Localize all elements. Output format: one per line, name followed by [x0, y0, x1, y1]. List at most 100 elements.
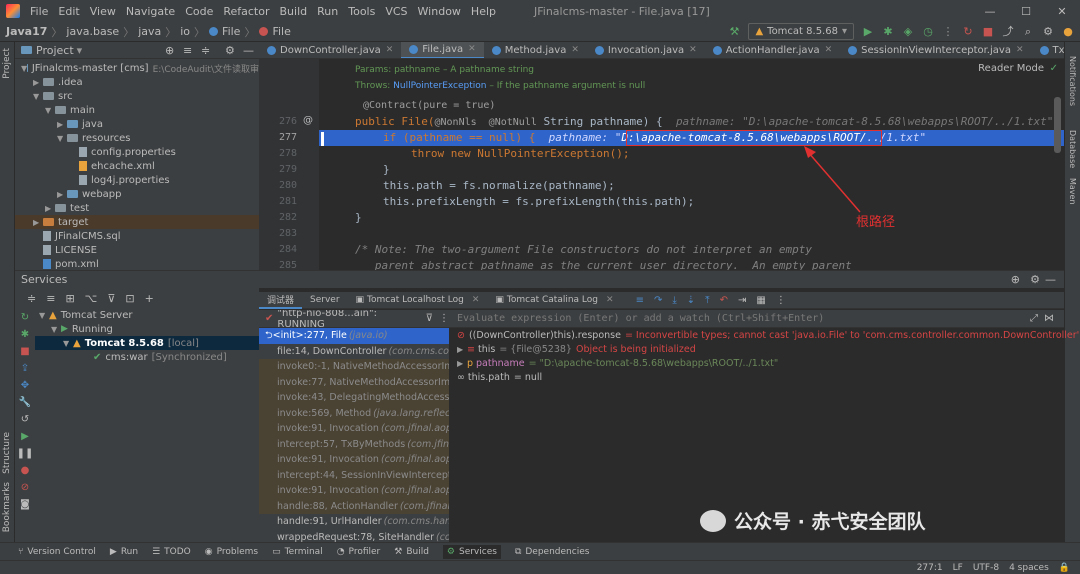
more-run-icon[interactable]: ⋮: [942, 25, 954, 38]
tool-profiler[interactable]: ◔ Profiler: [337, 547, 381, 557]
collapse-icon[interactable]: ≡: [183, 44, 192, 57]
close-window-icon[interactable]: ✕: [1044, 0, 1080, 22]
tab-txbymethods[interactable]: TxByMethods.java✕: [1032, 42, 1064, 58]
stack-frame[interactable]: wrappedRequest:78, SiteHandler(com.: [259, 530, 449, 542]
line-separator[interactable]: LF: [953, 563, 963, 573]
deploy-icon[interactable]: ⇪: [21, 363, 29, 374]
thread-selector[interactable]: ✔ "http-nio-808...ain": RUNNING ⊽ ⋮: [259, 310, 449, 330]
expand-all-icon[interactable]: ≑: [27, 292, 36, 305]
new-service-icon[interactable]: ⊡: [125, 292, 134, 305]
tool-build[interactable]: ⚒ Build: [394, 547, 429, 557]
tab-localhost-log[interactable]: ▣ Tomcat Localhost Log ✕: [348, 292, 488, 309]
evaluate-expression-input[interactable]: Evaluate expression (Enter) or add a wat…: [449, 310, 1064, 328]
tree-item[interactable]: ▶ test: [15, 201, 259, 215]
group-icon[interactable]: ⊞: [65, 292, 74, 305]
menu-help[interactable]: Help: [471, 5, 496, 18]
variable-row[interactable]: ▶ p pathname = "D:\apache-tomcat-8.5.68\we…: [449, 356, 1064, 370]
menu-code[interactable]: Code: [185, 5, 213, 18]
coverage-icon[interactable]: ◈: [902, 25, 914, 38]
tree-item[interactable]: ▶ java: [15, 117, 259, 131]
stop-server-icon[interactable]: ■: [20, 346, 29, 357]
breadcrumb-class[interactable]: File: [222, 25, 240, 38]
stack-frame[interactable]: invoke:91, Invocation (com.jfinal.aop): [259, 452, 449, 468]
tree-item[interactable]: ▼ JFinalcms-master [cms] E:\CodeAudit\文件读取…: [15, 61, 259, 75]
tool-todo[interactable]: ☰ TODO: [152, 547, 191, 557]
update-icon[interactable]: ⤴: [1002, 25, 1014, 38]
tool-services[interactable]: ⚙ Services: [442, 544, 501, 559]
tree-item[interactable]: LICENSE: [15, 243, 259, 257]
inspection-ok-icon[interactable]: ✓: [1050, 63, 1058, 74]
bookmarks-tool-tab[interactable]: Bookmarks: [2, 482, 12, 532]
search-everywhere-icon[interactable]: ⌕: [1022, 25, 1034, 38]
tool-version-control[interactable]: ⑂ Version Control: [18, 547, 96, 557]
hammer-icon[interactable]: ⚒: [728, 25, 740, 38]
tab-sessioninview[interactable]: SessionInViewInterceptor.java ✕: [840, 42, 1031, 58]
show-execution-point-icon[interactable]: ≡: [636, 295, 644, 306]
stack-frame[interactable]: intercept:44, SessionInViewInterceptor: [259, 467, 449, 483]
wrench-icon[interactable]: 🔧: [19, 397, 31, 408]
menu-view[interactable]: View: [90, 5, 116, 18]
debug-icon[interactable]: ✱: [882, 25, 894, 38]
tree-item[interactable]: JFinalCMS.sql: [15, 229, 259, 243]
database-tool-tab[interactable]: Database: [1068, 130, 1077, 168]
settings-icon[interactable]: ⚙: [1042, 25, 1054, 38]
locate-icon[interactable]: ⊕: [165, 44, 174, 57]
tree-item[interactable]: ehcache.xml: [15, 159, 259, 173]
service-tomcat-server[interactable]: ▼ ▲ Tomcat Server: [35, 308, 259, 322]
breadcrumb-java[interactable]: java: [138, 25, 161, 38]
project-title[interactable]: Project: [36, 44, 74, 57]
rerun-server-icon[interactable]: ↻: [21, 312, 29, 323]
menu-refactor[interactable]: Refactor: [223, 5, 269, 18]
profile-icon[interactable]: ◷: [922, 25, 934, 38]
filter-frames-icon[interactable]: ⊽: [426, 313, 433, 324]
filter-icon[interactable]: ⊽: [107, 292, 115, 305]
indent-setting[interactable]: 4 spaces: [1009, 563, 1049, 573]
reader-mode-toggle[interactable]: Reader Mode: [978, 63, 1044, 74]
mute-breakpoints-icon[interactable]: ⊘: [21, 482, 29, 493]
annotation-gutter-icon[interactable]: @: [303, 115, 313, 126]
pause-icon[interactable]: ❚❚: [17, 448, 34, 459]
drop-frame-icon[interactable]: ↶: [720, 295, 728, 306]
stack-frame[interactable]: invoke0:-1, NativeMethodAccessorImpl: [259, 359, 449, 375]
tab-catalina-log[interactable]: ▣ Tomcat Catalina Log ✕: [487, 292, 621, 309]
tool-run[interactable]: ▶ Run: [110, 547, 138, 557]
breadcrumb-module[interactable]: Java17: [6, 25, 47, 38]
hide-panel-icon[interactable]: —: [243, 44, 254, 57]
minimize-icon[interactable]: —: [972, 0, 1008, 22]
resume-icon[interactable]: ▶: [21, 431, 29, 442]
expand-icon[interactable]: ≑: [201, 44, 210, 57]
tab-actionhandler[interactable]: ActionHandler.java ✕: [705, 42, 840, 58]
structure-tool-tab[interactable]: Structure: [2, 432, 12, 474]
stack-frame[interactable]: invoke:77, NativeMethodAccessorImpl: [259, 374, 449, 390]
stack-frame[interactable]: invoke:43, DelegatingMethodAccessorIm: [259, 390, 449, 406]
caret-position[interactable]: 277:1: [917, 563, 943, 573]
tree-item[interactable]: ▼ src: [15, 89, 259, 103]
menu-run[interactable]: Run: [317, 5, 338, 18]
run-icon[interactable]: ▶: [862, 25, 874, 38]
watch-toggle-icon[interactable]: ⋈: [1044, 313, 1054, 324]
variable-row[interactable]: ⊘ ((DownController)this).response = Incon…: [449, 328, 1079, 342]
rerun-icon[interactable]: ↻: [962, 25, 974, 38]
lock-icon[interactable]: 🔒: [1059, 563, 1070, 573]
code-editor[interactable]: Reader Mode ✓ Params: pathname – A pathn…: [259, 59, 1064, 270]
step-over-icon[interactable]: ↷: [654, 295, 662, 306]
stack-frame[interactable]: handle:88, ActionHandler(com.jfinal.co: [259, 498, 449, 514]
variables-scrollbar[interactable]: [1056, 310, 1064, 542]
debug-server-icon[interactable]: ✱: [21, 329, 29, 340]
file-encoding[interactable]: UTF-8: [973, 563, 999, 573]
editor-scrollbar[interactable]: [1054, 97, 1061, 153]
camera-icon[interactable]: ◙: [20, 499, 30, 510]
notifications-tool-tab[interactable]: Notifications: [1068, 56, 1077, 106]
tool-problems[interactable]: ◉ Problems: [205, 547, 258, 557]
tree-item[interactable]: ▶ .idea: [15, 75, 259, 89]
stack-frame[interactable]: intercept:57, TxByMethods(com.jfinal.pl: [259, 436, 449, 452]
collapse-all-icon[interactable]: ≡: [46, 292, 55, 305]
tree-item[interactable]: ▶ webapp: [15, 187, 259, 201]
tool-dependencies[interactable]: ⧉ Dependencies: [515, 547, 590, 557]
menu-navigate[interactable]: Navigate: [126, 5, 175, 18]
breadcrumb-package[interactable]: java.base: [66, 25, 119, 38]
menu-file[interactable]: File: [30, 5, 48, 18]
tree-item[interactable]: log4j.properties: [15, 173, 259, 187]
tab-downcontroller[interactable]: DownController.java ✕: [259, 42, 401, 58]
menu-tools[interactable]: Tools: [348, 5, 375, 18]
